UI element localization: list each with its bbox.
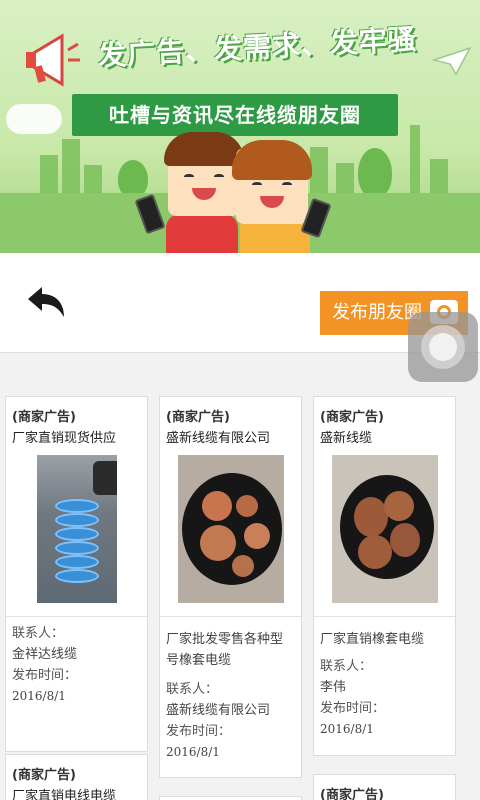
feed-card[interactable]: (商家广告) 厂家直销现货供应 联系人： 金祥达线缆 发布时间： 2016/8/… bbox=[5, 396, 148, 752]
feed-card[interactable]: (商家广告) 盛新线缆 厂家直销橡套电缆 联系人： 李伟 发布时间： 2016/… bbox=[313, 396, 456, 756]
city-silhouette bbox=[40, 155, 58, 195]
ad-tag: (商家广告) bbox=[320, 410, 384, 425]
paper-plane-icon bbox=[432, 46, 472, 76]
tower-silhouette bbox=[410, 125, 420, 195]
assistive-touch-button[interactable] bbox=[408, 312, 478, 382]
feed-card[interactable]: (商家广告) 盛新线缆有限公司 厂家批发零售各种型号橡套电缆 联系人： 盛新线缆… bbox=[159, 396, 302, 778]
contact-label: 联系人： bbox=[166, 682, 219, 697]
girl-character bbox=[232, 140, 312, 224]
card-title: 厂家直销现货供应 bbox=[12, 431, 117, 446]
card-title: 盛新线缆 bbox=[320, 431, 373, 446]
back-arrow-icon[interactable] bbox=[24, 285, 68, 321]
contact-value: 盛新线缆有限公司 bbox=[166, 703, 271, 718]
publish-date: 2016/8/1 bbox=[320, 722, 374, 736]
boy-character bbox=[164, 132, 244, 216]
contact-value: 李伟 bbox=[320, 680, 347, 695]
publish-time-label: 发布时间： bbox=[166, 724, 232, 739]
product-image bbox=[36, 455, 117, 603]
card-description: 厂家批发零售各种型号橡套电缆 bbox=[166, 632, 284, 668]
city-silhouette bbox=[336, 163, 354, 195]
city-silhouette bbox=[84, 165, 102, 195]
publish-time-label: 发布时间： bbox=[320, 701, 386, 716]
banner-headline: 发广告、发需求、发牢骚 bbox=[97, 22, 418, 73]
card-title: 厂家直销电线电缆 bbox=[12, 789, 117, 800]
ad-tag: (商家广告) bbox=[12, 410, 76, 425]
feed-card[interactable] bbox=[159, 796, 302, 800]
publish-time-label: 发布时间： bbox=[12, 668, 78, 683]
promo-banner[interactable]: 发广告、发需求、发牢骚 吐槽与资讯尽在线缆朋友圈 bbox=[0, 0, 480, 253]
ad-tag: (商家广告) bbox=[166, 410, 230, 425]
card-description: 厂家直销橡套电缆 bbox=[320, 632, 425, 647]
publish-date: 2016/8/1 bbox=[166, 745, 220, 759]
character-shirt bbox=[166, 214, 238, 253]
cloud-decoration bbox=[6, 104, 62, 134]
contact-label: 联系人： bbox=[12, 626, 65, 641]
publish-date: 2016/8/1 bbox=[12, 689, 66, 703]
feed-card[interactable]: (商家广告) 厂家直销电线电缆 bbox=[5, 754, 148, 800]
banner-ribbon: 吐槽与资讯尽在线缆朋友圈 bbox=[58, 94, 412, 136]
contact-label: 联系人： bbox=[320, 659, 373, 674]
tree-decoration bbox=[358, 148, 392, 198]
product-image bbox=[177, 455, 284, 603]
contact-value: 金祥达线缆 bbox=[12, 647, 78, 662]
card-title: 盛新线缆有限公司 bbox=[166, 431, 271, 446]
ad-tag: (商家广告) bbox=[320, 788, 384, 800]
city-silhouette bbox=[62, 139, 80, 195]
ad-tag: (商家广告) bbox=[12, 768, 76, 783]
city-silhouette bbox=[310, 147, 328, 195]
city-silhouette bbox=[430, 159, 448, 195]
feed-card[interactable]: (商家广告) bbox=[313, 774, 456, 800]
product-image bbox=[331, 455, 438, 603]
megaphone-icon bbox=[26, 33, 80, 87]
